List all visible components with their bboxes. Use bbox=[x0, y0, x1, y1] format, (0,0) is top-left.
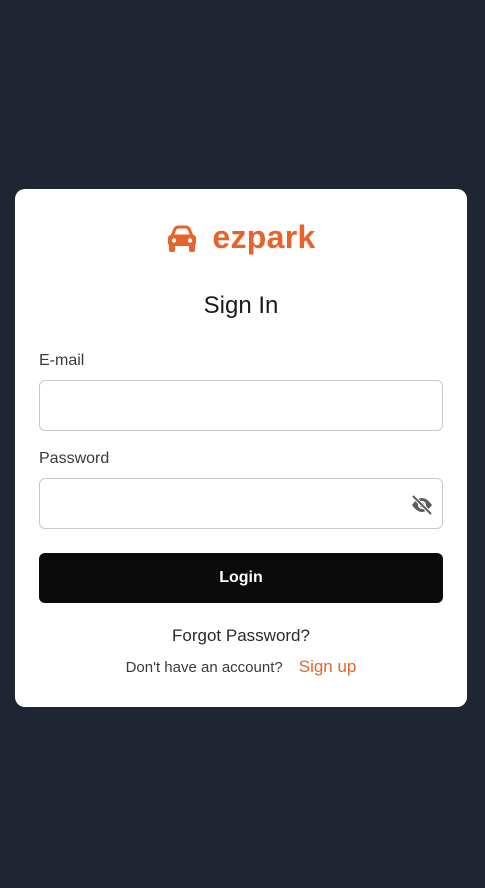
page-title: Sign In bbox=[203, 292, 279, 319]
signup-row: Don't have an account? Sign up bbox=[15, 657, 467, 677]
forgot-password-link[interactable]: Forgot Password? bbox=[15, 626, 467, 646]
signin-card: ezpark Sign In E-mail Password Login For… bbox=[15, 189, 467, 707]
email-label: E-mail bbox=[39, 352, 85, 369]
eye-off-icon[interactable] bbox=[410, 493, 434, 517]
password-label: Password bbox=[39, 450, 110, 467]
signup-prompt: Don't have an account? bbox=[125, 659, 283, 676]
brand-name: ezpark bbox=[212, 219, 316, 255]
email-field[interactable] bbox=[40, 381, 442, 430]
signup-link[interactable]: Sign up bbox=[299, 657, 357, 677]
login-button[interactable]: Login bbox=[39, 553, 443, 603]
car-icon bbox=[166, 223, 198, 255]
password-field-wrapper bbox=[39, 478, 443, 529]
brand-logo: ezpark bbox=[15, 209, 467, 269]
email-field-wrapper bbox=[39, 380, 443, 431]
password-field[interactable] bbox=[40, 479, 442, 528]
